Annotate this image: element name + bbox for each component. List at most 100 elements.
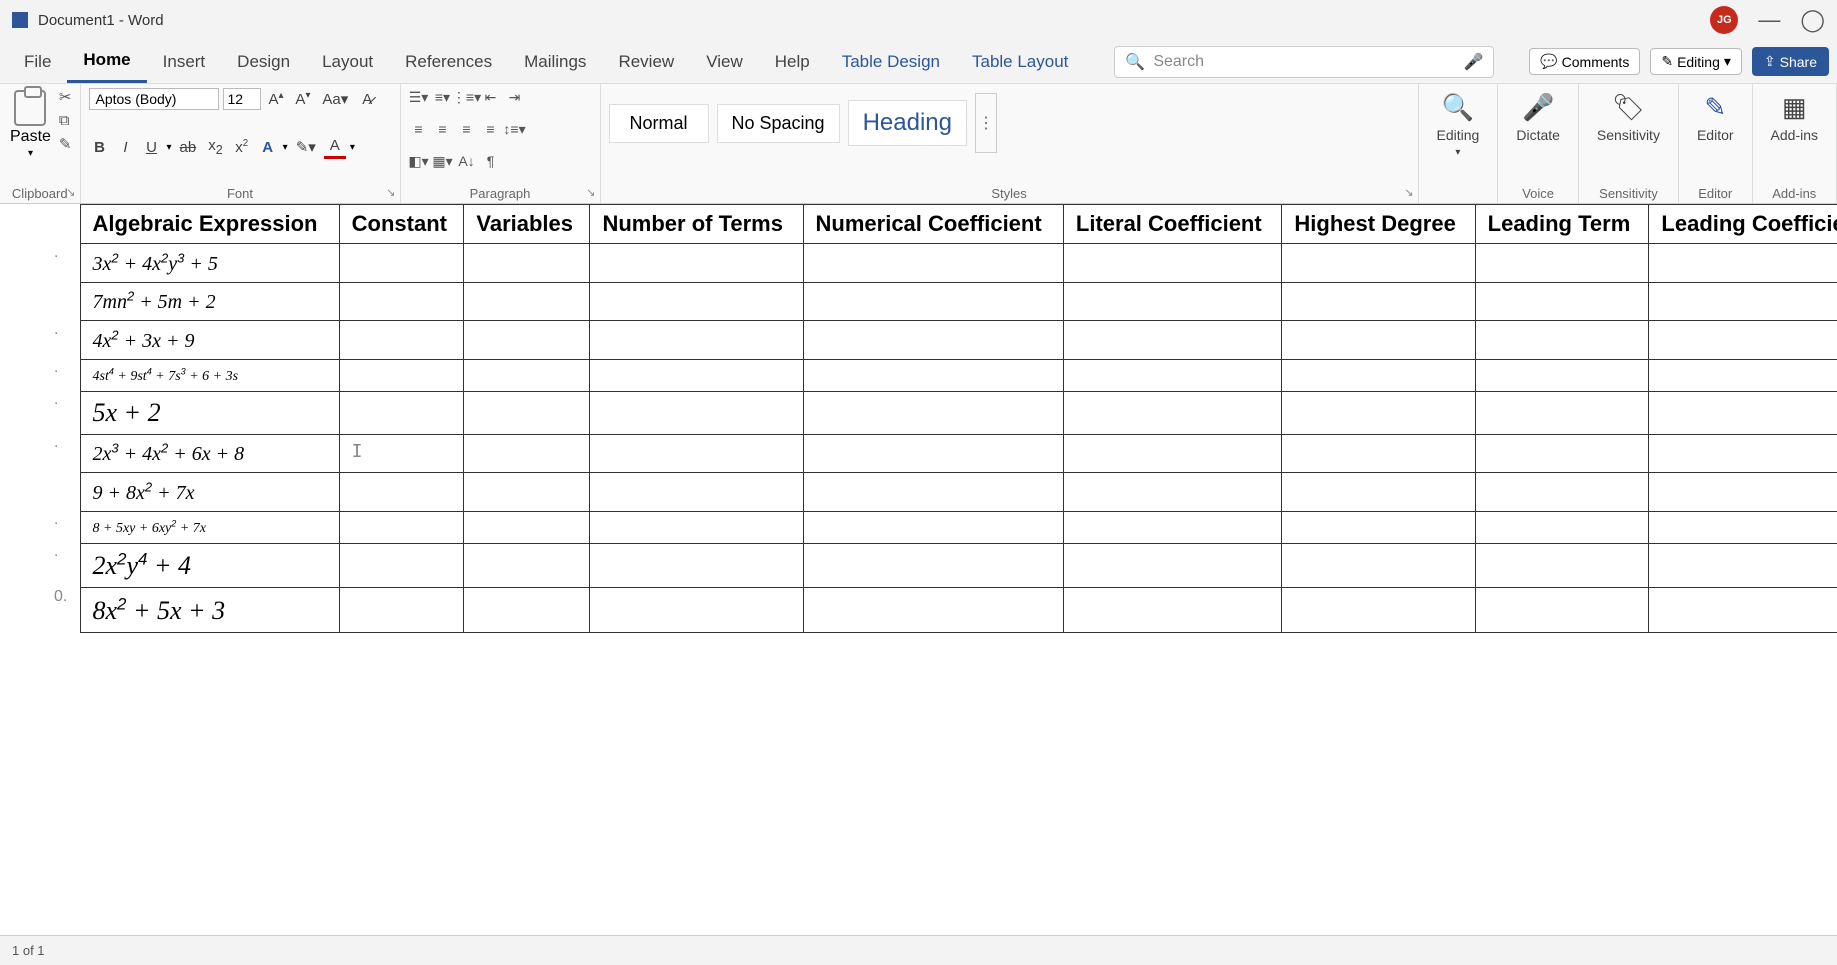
styles-gallery-more[interactable]: ⋮ (975, 93, 997, 153)
justify-button[interactable]: ≡ (481, 120, 501, 138)
empty-cell[interactable] (803, 244, 1063, 283)
comments-button[interactable]: 💬 Comments (1529, 48, 1640, 75)
font-name-select[interactable]: Aptos (Body) (89, 88, 219, 110)
empty-cell[interactable] (1063, 391, 1282, 434)
empty-cell[interactable] (1475, 473, 1649, 512)
tab-mailings[interactable]: Mailings (508, 40, 602, 83)
align-left-button[interactable]: ≡ (409, 120, 429, 138)
empty-cell[interactable] (1282, 511, 1475, 543)
tab-insert[interactable]: Insert (147, 40, 222, 83)
maximize-button[interactable]: ◯ (1800, 7, 1825, 33)
empty-cell[interactable] (464, 391, 590, 434)
empty-cell[interactable] (464, 244, 590, 283)
multilevel-button[interactable]: ⋮≡▾ (457, 88, 477, 106)
worksheet-table[interactable]: Algebraic Expression Constant Variables … (50, 204, 1837, 633)
empty-cell[interactable] (1649, 473, 1837, 512)
empty-cell[interactable] (1475, 543, 1649, 588)
empty-cell[interactable] (1475, 282, 1649, 321)
empty-cell[interactable] (803, 359, 1063, 391)
col-header[interactable]: Leading Term (1475, 205, 1649, 244)
sensitivity-button[interactable]: 🏷 Sensitivity (1587, 88, 1670, 147)
empty-cell[interactable] (1475, 588, 1649, 633)
italic-button[interactable]: I (115, 137, 137, 158)
dialog-launcher-icon[interactable]: ↘ (386, 186, 395, 199)
empty-cell[interactable] (339, 359, 464, 391)
empty-cell[interactable] (339, 543, 464, 588)
tab-references[interactable]: References (389, 40, 508, 83)
empty-cell[interactable] (803, 473, 1063, 512)
tab-review[interactable]: Review (602, 40, 690, 83)
sort-button[interactable]: A↓ (457, 152, 477, 170)
document-area[interactable]: Algebraic Expression Constant Variables … (0, 204, 1837, 935)
copy-icon[interactable]: ⧉ (59, 112, 72, 129)
empty-cell[interactable] (1282, 434, 1475, 473)
col-header[interactable]: Number of Terms (590, 205, 803, 244)
empty-cell[interactable] (1649, 244, 1837, 283)
empty-cell[interactable] (1063, 359, 1282, 391)
increase-indent-button[interactable]: ⇥ (505, 88, 525, 106)
empty-cell[interactable] (1063, 543, 1282, 588)
empty-cell[interactable] (339, 282, 464, 321)
empty-cell[interactable] (590, 543, 803, 588)
editing-button[interactable]: 🔍 Editing ▾ (1427, 88, 1490, 162)
cut-icon[interactable]: ✂ (59, 88, 72, 106)
empty-cell[interactable] (590, 511, 803, 543)
empty-cell[interactable] (1063, 473, 1282, 512)
empty-cell[interactable] (1282, 473, 1475, 512)
paste-button[interactable]: Paste ▾ (8, 88, 53, 161)
table-row[interactable]: 0.8x2 + 5x + 3 (50, 588, 1837, 633)
empty-cell[interactable] (464, 321, 590, 360)
empty-cell[interactable] (1649, 434, 1837, 473)
empty-cell[interactable] (1475, 321, 1649, 360)
empty-cell[interactable] (590, 473, 803, 512)
empty-cell[interactable] (464, 543, 590, 588)
style-heading[interactable]: Heading (848, 100, 967, 146)
table-row[interactable]: 9 + 8x2 + 7x (50, 473, 1837, 512)
change-case-button[interactable]: Aa▾ (318, 88, 352, 110)
mic-icon[interactable]: 🎤 (1463, 52, 1483, 72)
empty-cell[interactable] (1282, 244, 1475, 283)
empty-cell[interactable] (803, 434, 1063, 473)
dialog-launcher-icon[interactable]: ↘ (1404, 186, 1413, 199)
user-badge[interactable]: JG (1710, 6, 1738, 34)
empty-cell[interactable] (1063, 434, 1282, 473)
dialog-launcher-icon[interactable]: ↘ (66, 186, 75, 199)
empty-cell[interactable] (1649, 282, 1837, 321)
table-row[interactable]: .4x2 + 3x + 9 (50, 321, 1837, 360)
empty-cell[interactable] (590, 434, 803, 473)
font-size-select[interactable]: 12 (223, 88, 261, 110)
tab-layout[interactable]: Layout (306, 40, 389, 83)
tab-home[interactable]: Home (67, 40, 146, 83)
subscript-button[interactable]: x2 (204, 135, 226, 159)
dictate-button[interactable]: 🎤 Dictate (1506, 88, 1570, 147)
empty-cell[interactable] (1649, 543, 1837, 588)
col-header[interactable]: Highest Degree (1282, 205, 1475, 244)
expression-cell[interactable]: 5x + 2 (80, 391, 339, 434)
empty-cell[interactable] (464, 282, 590, 321)
empty-cell[interactable] (1282, 391, 1475, 434)
strikethrough-button[interactable]: ab (176, 137, 201, 158)
align-right-button[interactable]: ≡ (457, 120, 477, 138)
shading-button[interactable]: ◧▾ (409, 152, 429, 170)
empty-cell[interactable] (1475, 391, 1649, 434)
tab-table-layout[interactable]: Table Layout (956, 40, 1084, 83)
expression-cell[interactable]: 2x2y4 + 4 (80, 543, 339, 588)
empty-cell[interactable] (1282, 282, 1475, 321)
expression-cell[interactable]: 9 + 8x2 + 7x (80, 473, 339, 512)
col-header[interactable]: Numerical Coefficient (803, 205, 1063, 244)
empty-cell[interactable] (590, 588, 803, 633)
empty-cell[interactable] (590, 244, 803, 283)
empty-cell[interactable] (339, 511, 464, 543)
dialog-launcher-icon[interactable]: ↘ (586, 186, 595, 199)
tab-help[interactable]: Help (759, 40, 826, 83)
empty-cell[interactable] (803, 321, 1063, 360)
empty-cell[interactable] (1063, 511, 1282, 543)
col-header[interactable]: Constant (339, 205, 464, 244)
empty-cell[interactable] (1282, 359, 1475, 391)
empty-cell[interactable] (464, 359, 590, 391)
table-row[interactable]: .4st4 + 9st4 + 7s3 + 6 + 3s (50, 359, 1837, 391)
empty-cell[interactable] (1282, 588, 1475, 633)
expression-cell[interactable]: 4st4 + 9st4 + 7s3 + 6 + 3s (80, 359, 339, 391)
empty-cell[interactable] (1649, 359, 1837, 391)
empty-cell[interactable] (339, 473, 464, 512)
